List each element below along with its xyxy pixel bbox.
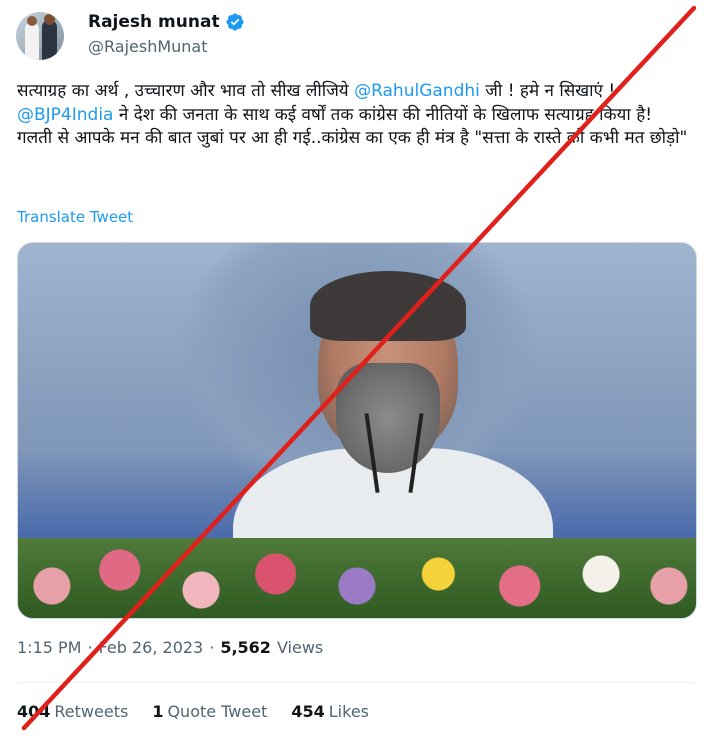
tweet-time[interactable]: 1:15 PM <box>17 638 81 657</box>
likes-stat[interactable]: 454 Likes <box>291 702 369 721</box>
tweet-stats: 404 Retweets 1 Quote Tweet 454 Likes <box>17 702 369 721</box>
verified-badge-icon <box>226 13 244 31</box>
likes-count: 454 <box>291 702 325 721</box>
divider <box>17 682 695 683</box>
tweet-text-part: जी ! हमे न सिखाएं ! <box>479 81 616 101</box>
retweets-label: Retweets <box>54 702 129 721</box>
author-handle[interactable]: @RajeshMunat <box>88 37 208 56</box>
quotes-count: 1 <box>152 702 164 721</box>
retweets-stat[interactable]: 404 Retweets <box>17 702 128 721</box>
mention-link[interactable]: @BJP4India <box>17 105 113 125</box>
separator: · <box>87 638 93 657</box>
quote-tweets-stat[interactable]: 1 Quote Tweet <box>152 702 267 721</box>
tweet-meta: 1:15 PM · Feb 26, 2023 · 5,562 Views <box>17 638 323 657</box>
views-count: 5,562 <box>220 638 271 657</box>
mention-link[interactable]: @RahulGandhi <box>354 81 480 101</box>
separator: · <box>209 638 215 657</box>
retweets-count: 404 <box>17 702 51 721</box>
tweet-text-part: गलती से आपके मन की बात जुबां पर आ ही गई.… <box>17 128 688 148</box>
quotes-label: Quote Tweet <box>167 702 268 721</box>
avatar[interactable] <box>16 12 64 60</box>
tweet-text-part: ने देश की जनता के साथ कई वर्षों तक कांग्… <box>113 104 653 125</box>
tweet-media-image[interactable] <box>17 242 697 619</box>
author-name[interactable]: Rajesh munat <box>88 12 220 32</box>
likes-label: Likes <box>328 702 369 721</box>
translate-tweet-link[interactable]: Translate Tweet <box>17 208 133 226</box>
views-label: Views <box>276 638 324 657</box>
tweet-date[interactable]: Feb 26, 2023 <box>99 638 204 657</box>
tweet-text-part: सत्याग्रह का अर्थ , उच्चारण और भाव तो सी… <box>17 81 355 101</box>
author-name-row[interactable]: Rajesh munat <box>88 12 245 32</box>
tweet-text: सत्याग्रह का अर्थ , उच्चारण और भाव तो सी… <box>17 80 692 151</box>
